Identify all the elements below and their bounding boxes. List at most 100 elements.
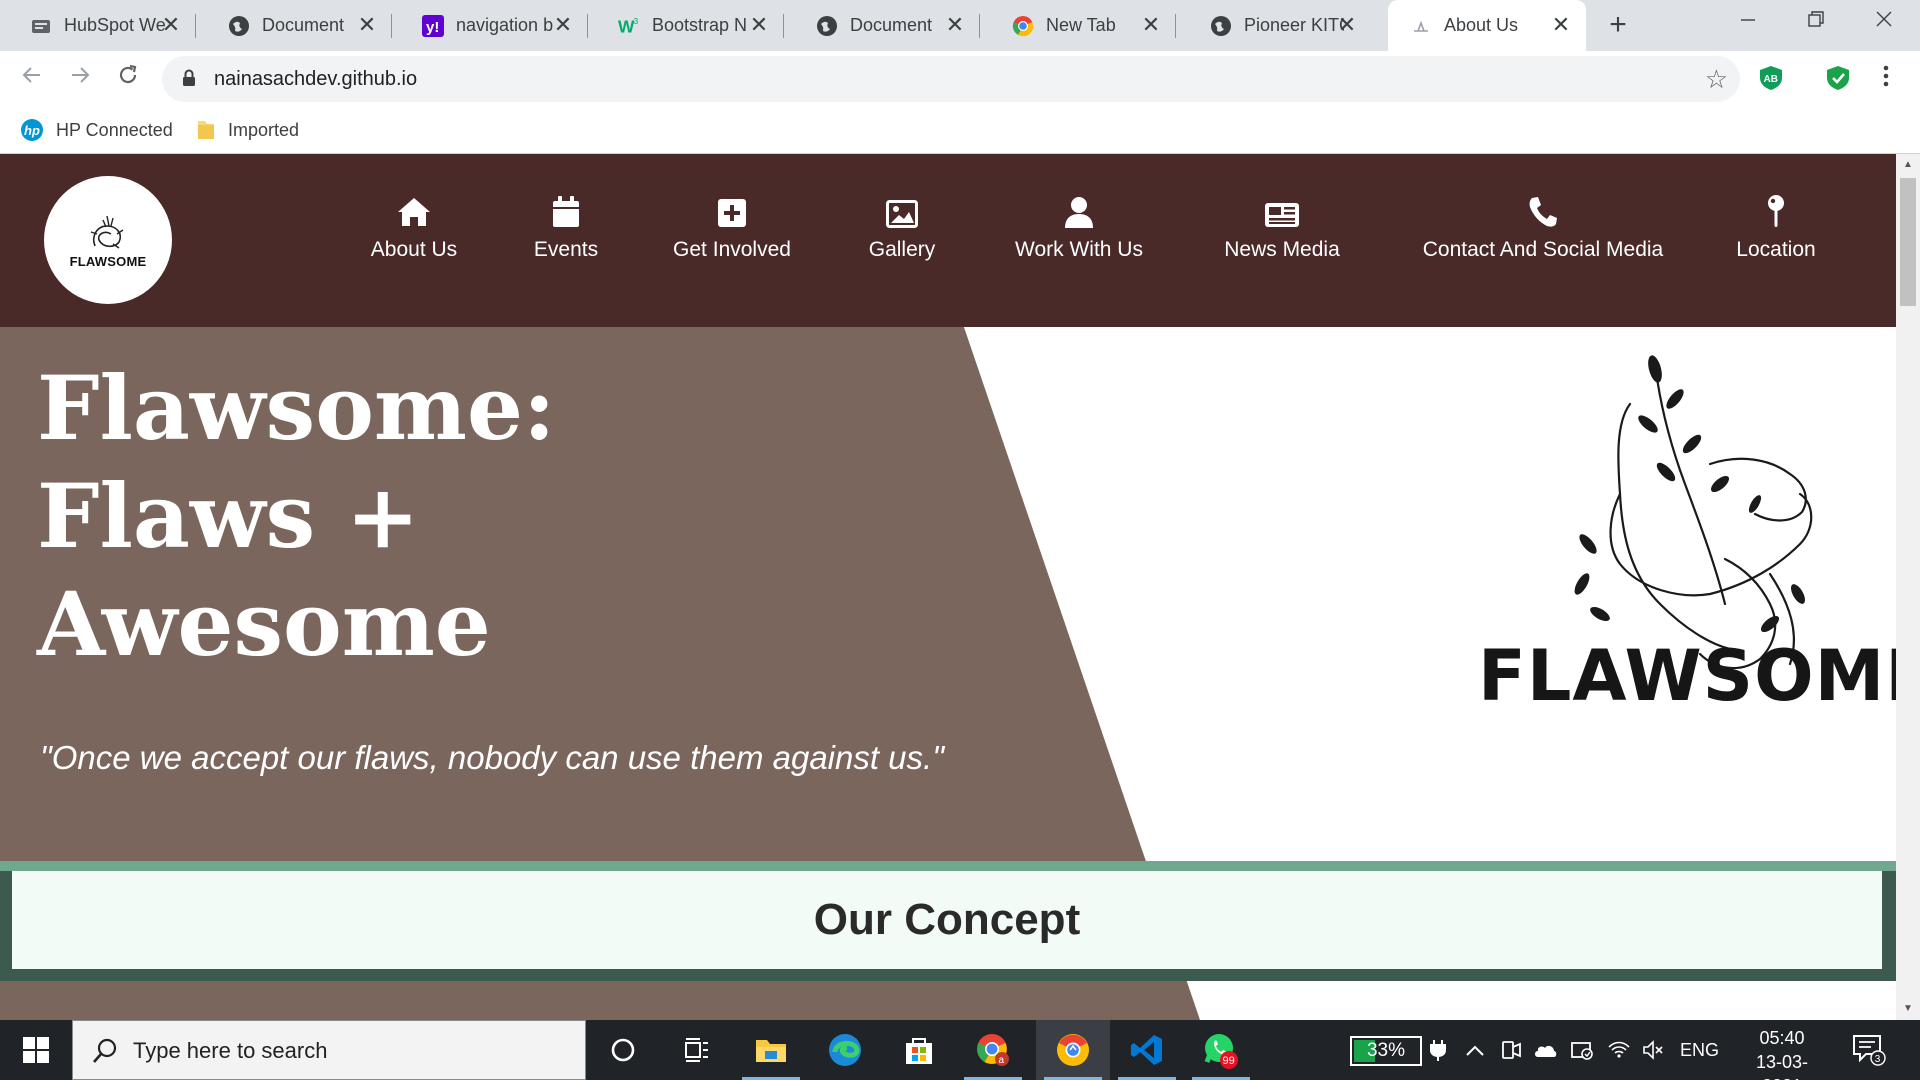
chrome-button[interactable] bbox=[1036, 1020, 1110, 1080]
nav-contact-social[interactable]: Contact And Social Media bbox=[1420, 192, 1666, 262]
tab-title: Pioneer KITC bbox=[1244, 15, 1344, 35]
vscode-button[interactable] bbox=[1110, 1020, 1184, 1080]
nav-label: Events bbox=[533, 238, 599, 261]
browser-tab[interactable]: HubSpot We ✕ bbox=[0, 0, 196, 51]
search-icon bbox=[93, 1038, 117, 1063]
cortana-button[interactable] bbox=[586, 1020, 660, 1080]
bookmark-hp-connected[interactable]: hp HP Connected bbox=[20, 106, 173, 154]
page-scrollbar[interactable]: ▲ ▼ bbox=[1896, 154, 1920, 1020]
close-window-icon bbox=[1876, 11, 1892, 27]
back-button[interactable] bbox=[14, 61, 50, 97]
browser-tab[interactable]: Pioneer KITC ✕ bbox=[1176, 0, 1388, 51]
battery-percent: 33% bbox=[1366, 1040, 1406, 1061]
taskbar-clock[interactable]: 05:40 13-03-2021 bbox=[1736, 1026, 1828, 1080]
site-logo[interactable]: FLAWSOME bbox=[44, 176, 172, 304]
chrome-profile-icon: a bbox=[977, 1034, 1009, 1066]
scrollbar-thumb[interactable] bbox=[1900, 178, 1916, 306]
new-tab-button[interactable]: + bbox=[1600, 8, 1636, 44]
forward-button[interactable] bbox=[62, 61, 98, 97]
search-placeholder: Type here to search bbox=[133, 1038, 328, 1063]
browser-tab[interactable]: y! navigation b ✕ bbox=[392, 0, 588, 51]
notification-icon: 3 bbox=[1853, 1035, 1886, 1066]
restore-button[interactable] bbox=[1782, 0, 1850, 44]
minimize-icon bbox=[1741, 19, 1755, 21]
restore-icon bbox=[1808, 11, 1824, 27]
adblock-extension[interactable]: AB bbox=[1758, 65, 1784, 91]
web-page: FLAWSOME About Us Events Get Involved Ga… bbox=[0, 154, 1896, 1020]
action-center-button[interactable]: 3 bbox=[1852, 1020, 1892, 1080]
close-tab-icon[interactable]: ✕ bbox=[1550, 14, 1572, 36]
chrome-icon bbox=[1057, 1034, 1089, 1066]
scroll-down-arrow-icon[interactable]: ▼ bbox=[1896, 1000, 1920, 1018]
newspaper-icon bbox=[1264, 192, 1300, 228]
hero-title-line: Awesome bbox=[37, 572, 491, 676]
start-button[interactable] bbox=[0, 1020, 72, 1080]
nav-location[interactable]: Location bbox=[1736, 192, 1816, 262]
yahoo-icon: y! bbox=[422, 14, 444, 37]
close-tab-icon[interactable]: ✕ bbox=[1140, 14, 1162, 36]
wifi-icon[interactable] bbox=[1608, 1020, 1632, 1080]
close-window-button[interactable] bbox=[1850, 0, 1918, 44]
security-tray-icon[interactable] bbox=[1570, 1020, 1596, 1080]
nav-events[interactable]: Events bbox=[534, 192, 598, 262]
nav-about-us[interactable]: About Us bbox=[370, 192, 458, 262]
svg-text:hp: hp bbox=[24, 123, 40, 138]
forward-arrow-icon bbox=[72, 67, 90, 83]
edge-button[interactable] bbox=[808, 1020, 882, 1080]
address-bar[interactable]: nainasachdev.github.io ☆ bbox=[162, 56, 1740, 102]
volume-muted-icon[interactable] bbox=[1642, 1020, 1666, 1080]
minimize-button[interactable] bbox=[1714, 0, 1782, 44]
close-tab-icon[interactable]: ✕ bbox=[748, 14, 770, 36]
battery-indicator[interactable]: 33% bbox=[1350, 1036, 1422, 1066]
close-tab-icon[interactable]: ✕ bbox=[944, 14, 966, 36]
browser-tab[interactable]: New Tab ✕ bbox=[980, 0, 1176, 51]
hero-graphic-wordmark: FLAWSOMI bbox=[1478, 635, 1896, 717]
bookmark-star-icon[interactable]: ☆ bbox=[1705, 64, 1728, 95]
nav-work-with-us[interactable]: Work With Us bbox=[1014, 192, 1144, 262]
page-icon bbox=[1410, 15, 1432, 37]
taskbar-search-box[interactable]: Type here to search bbox=[72, 1020, 586, 1080]
svg-text:a: a bbox=[999, 1055, 1005, 1066]
close-tab-icon[interactable]: ✕ bbox=[160, 14, 182, 36]
close-tab-icon[interactable]: ✕ bbox=[356, 14, 378, 36]
browser-tab[interactable]: Document ✕ bbox=[784, 0, 980, 51]
file-explorer-button[interactable] bbox=[734, 1020, 808, 1080]
nav-news-media[interactable]: News Media bbox=[1222, 192, 1342, 262]
store-button[interactable] bbox=[882, 1020, 956, 1080]
browser-tab[interactable]: W3 Bootstrap N ✕ bbox=[588, 0, 784, 51]
browser-tab-active[interactable]: About Us ✕ bbox=[1388, 0, 1586, 51]
kebab-menu-icon bbox=[1883, 65, 1889, 87]
concept-band-edge bbox=[0, 861, 1896, 871]
language-indicator[interactable]: ENG bbox=[1680, 1020, 1720, 1080]
whatsapp-button[interactable]: 99 bbox=[1184, 1020, 1258, 1080]
meet-now-icon[interactable] bbox=[1500, 1020, 1524, 1080]
close-tab-icon[interactable]: ✕ bbox=[1336, 14, 1358, 36]
cortana-icon bbox=[611, 1038, 635, 1062]
scroll-up-arrow-icon[interactable]: ▲ bbox=[1896, 156, 1920, 174]
svg-text:y!: y! bbox=[426, 19, 439, 36]
browser-menu-button[interactable] bbox=[1868, 61, 1904, 97]
close-tab-icon[interactable]: ✕ bbox=[552, 14, 574, 36]
nav-gallery[interactable]: Gallery bbox=[868, 192, 936, 262]
nav-label: Location bbox=[1736, 238, 1816, 261]
svg-text:W: W bbox=[618, 16, 635, 36]
task-view-button[interactable] bbox=[660, 1020, 734, 1080]
browser-toolbar: nainasachdev.github.io ☆ AB bbox=[0, 51, 1920, 106]
nav-label: Contact And Social Media bbox=[1422, 238, 1664, 261]
security-extension[interactable] bbox=[1825, 65, 1851, 91]
reload-button[interactable] bbox=[110, 61, 146, 97]
svg-text:AB: AB bbox=[1764, 74, 1778, 85]
concept-box: Our Concept bbox=[12, 871, 1882, 969]
site-navbar: FLAWSOME About Us Events Get Involved Ga… bbox=[0, 154, 1896, 327]
shield-check-icon bbox=[1827, 66, 1849, 90]
clock-date: 13-03-2021 bbox=[1755, 1052, 1809, 1080]
onedrive-icon[interactable] bbox=[1532, 1020, 1560, 1080]
chrome-profile-button[interactable]: a bbox=[956, 1020, 1030, 1080]
bookmark-imported[interactable]: Imported bbox=[196, 106, 299, 154]
globe-icon bbox=[1210, 15, 1232, 37]
nav-get-involved[interactable]: Get Involved bbox=[672, 192, 792, 262]
url-text[interactable]: nainasachdev.github.io bbox=[214, 56, 417, 102]
show-hidden-icons-icon[interactable] bbox=[1466, 1020, 1488, 1080]
power-plug-icon[interactable] bbox=[1430, 1020, 1450, 1080]
browser-tab[interactable]: Document ✕ bbox=[196, 0, 392, 51]
